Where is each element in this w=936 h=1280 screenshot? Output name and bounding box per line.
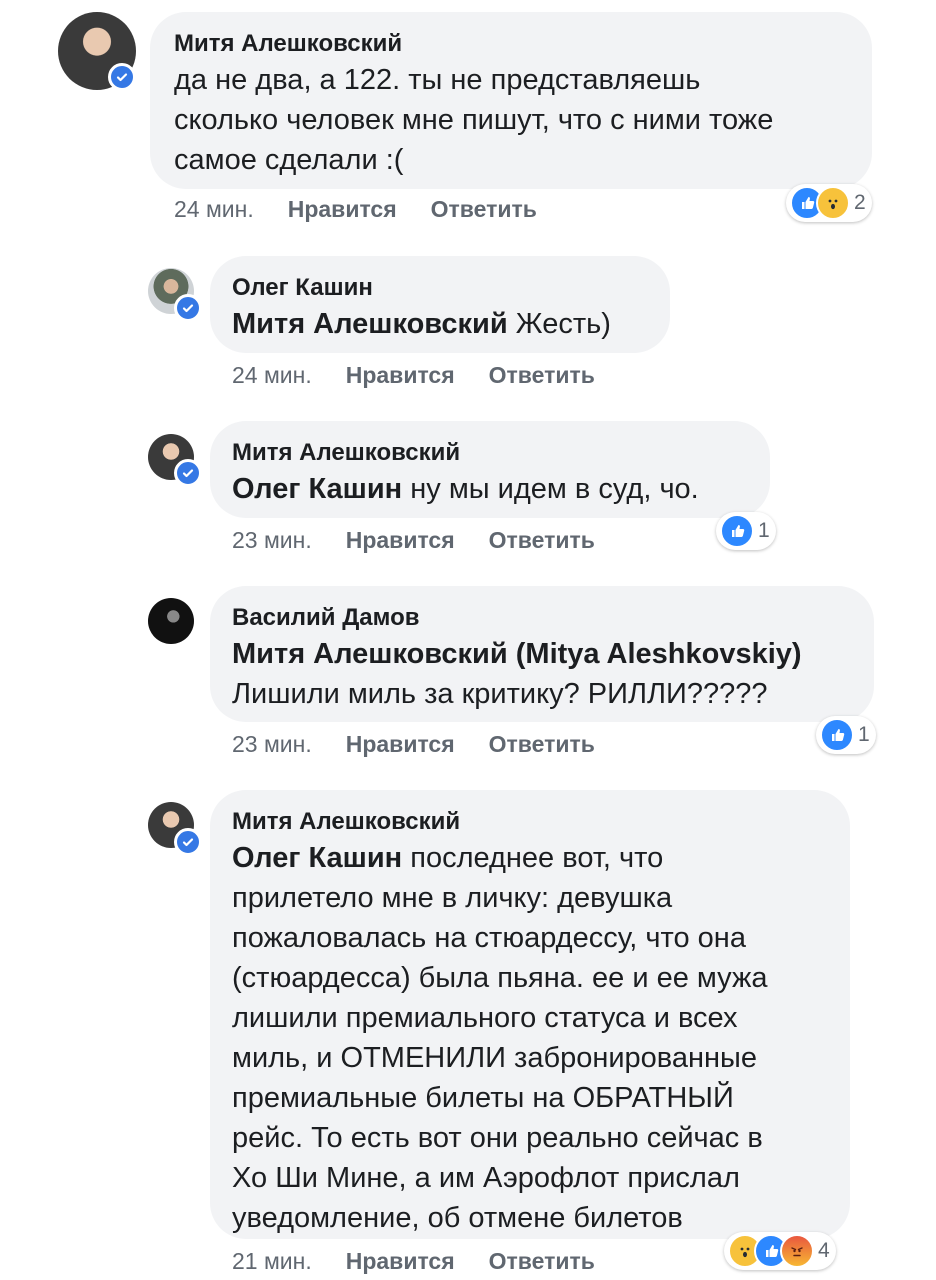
comment-text-line: последнее вот, что xyxy=(410,842,664,874)
like-reaction-icon xyxy=(820,718,854,752)
verified-badge-icon xyxy=(174,459,202,487)
reactions-summary[interactable]: 1 xyxy=(816,716,876,754)
comment-meta: 21 мин. Нравится Ответить xyxy=(232,1248,595,1275)
verified-badge-icon xyxy=(174,828,202,856)
comment-text-line: прилетело мне в личку: девушка xyxy=(232,882,673,914)
reactions-summary[interactable]: 2 xyxy=(786,184,872,222)
reply-button[interactable]: Ответить xyxy=(489,527,595,554)
reply-button[interactable]: Ответить xyxy=(489,1248,595,1275)
comment-meta: 24 мин. Нравится Ответить xyxy=(174,196,537,223)
reply-button[interactable]: Ответить xyxy=(489,731,595,758)
comment-text: Олег Кашин ну мы идем в суд, чо. xyxy=(232,469,762,509)
comment-text-line: Жесть) xyxy=(515,308,611,340)
like-button[interactable]: Нравится xyxy=(346,731,455,758)
avatar[interactable] xyxy=(148,598,194,644)
comment-text: Митя Алешковский (Mitya Aleshkovskiy) Ли… xyxy=(232,634,872,714)
wow-reaction-icon xyxy=(816,186,850,220)
reactions-summary[interactable]: 4 xyxy=(724,1232,836,1270)
comment-author[interactable]: Митя Алешковский xyxy=(174,30,402,58)
comment-text: Митя Алешковский Жесть) xyxy=(232,304,662,344)
reaction-count: 2 xyxy=(854,191,866,214)
comment-text-line: (стюардесса) была пьяна. ее и ее мужа xyxy=(232,962,768,994)
comment-text-line: рейс. То есть вот они реально сейчас в xyxy=(232,1122,763,1154)
reaction-count: 1 xyxy=(858,723,870,746)
reaction-count: 1 xyxy=(758,519,770,542)
comment-text: Олег Кашин последнее вот, что прилетело … xyxy=(232,838,842,1238)
reply-button[interactable]: Ответить xyxy=(431,196,537,223)
comment-text-line: премиальные билеты на ОБРАТНЫЙ xyxy=(232,1082,734,1114)
comment-text: да не два, а 122. ты не представляешь ск… xyxy=(174,60,864,180)
mention-link[interactable]: Митя Алешковский (Mitya Aleshkovskiy) xyxy=(232,634,872,674)
comment-time[interactable]: 23 мин. xyxy=(232,731,312,758)
verified-badge-icon xyxy=(174,294,202,322)
reply-button[interactable]: Ответить xyxy=(489,362,595,389)
comment-meta: 24 мин. Нравится Ответить xyxy=(232,362,595,389)
comment-text-line: миль, и ОТМЕНИЛИ забронированные xyxy=(232,1042,758,1074)
reactions-summary[interactable]: 1 xyxy=(716,512,776,550)
comment-text-line: пожаловалась на стюардессу, что она xyxy=(232,922,746,954)
mention-link[interactable]: Митя Алешковский xyxy=(232,308,508,340)
like-button[interactable]: Нравится xyxy=(288,196,397,223)
comment-meta: 23 мин. Нравится Ответить xyxy=(232,731,595,758)
comment-text-line: сколько человек мне пишут, что с ними то… xyxy=(174,104,774,136)
comment-text-line: лишили премиального статуса и всех xyxy=(232,1002,738,1034)
like-button[interactable]: Нравится xyxy=(346,362,455,389)
mention-link[interactable]: Олег Кашин xyxy=(232,473,402,505)
comment-text-line: самое сделали :( xyxy=(174,144,404,176)
comment-time[interactable]: 21 мин. xyxy=(232,1248,312,1275)
comment-text-line: Лишили миль за критику? РИЛЛИ????? xyxy=(232,678,768,710)
comment-time[interactable]: 24 мин. xyxy=(174,196,254,223)
comment-author[interactable]: Митя Алешковский xyxy=(232,808,460,836)
mention-link[interactable]: Олег Кашин xyxy=(232,842,402,874)
angry-reaction-icon xyxy=(780,1234,814,1268)
like-reaction-icon xyxy=(720,514,754,548)
comment-text-line: да не два, а 122. ты не представляешь xyxy=(174,64,701,96)
comment-author[interactable]: Олег Кашин xyxy=(232,274,373,302)
reaction-count: 4 xyxy=(818,1239,830,1262)
verified-badge-icon xyxy=(108,63,136,91)
like-button[interactable]: Нравится xyxy=(346,1248,455,1275)
like-button[interactable]: Нравится xyxy=(346,527,455,554)
comment-author[interactable]: Митя Алешковский xyxy=(232,439,460,467)
comment-time[interactable]: 24 мин. xyxy=(232,362,312,389)
comment-author[interactable]: Василий Дамов xyxy=(232,604,420,632)
comment-text-line: Хо Ши Мине, а им Аэрофлот прислал xyxy=(232,1162,740,1194)
comment-meta: 23 мин. Нравится Ответить xyxy=(232,527,595,554)
comment-text-line: ну мы идем в суд, чо. xyxy=(410,473,699,505)
comment-time[interactable]: 23 мин. xyxy=(232,527,312,554)
